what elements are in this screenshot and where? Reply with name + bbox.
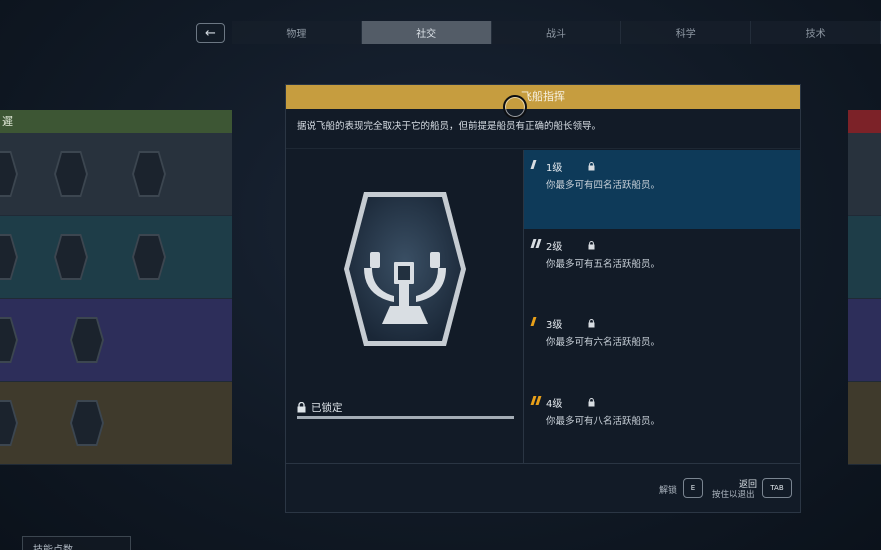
ship-command-badge-icon: [342, 190, 468, 348]
dialog-body: 已锁定 1级 你最多可有四名活跃船员。 2级 你最多可有五名活跃船员。 3级 你…: [286, 150, 800, 464]
locked-label: 已锁定: [311, 401, 343, 414]
tab-physical[interactable]: 物理: [232, 21, 362, 44]
rank-label: 1级: [546, 163, 563, 174]
skill-description: 据说飞船的表现完全取决于它的船员，但前提是船员有正确的船长领导。: [286, 109, 800, 149]
skill-column-header: [848, 110, 881, 133]
skill-tier-row: [848, 216, 881, 299]
cursor-reticle-icon: [503, 95, 527, 119]
skill-tree-right: [848, 110, 881, 465]
skill-slot[interactable]: [0, 317, 18, 363]
rank-pips-icon: [530, 238, 542, 248]
skill-tier-row: [0, 133, 232, 216]
rank-pip: [530, 317, 537, 326]
rank-label: 3级: [546, 320, 563, 331]
skill-tier-row: [848, 299, 881, 382]
rank-pips-icon: [530, 160, 537, 169]
category-tabs: 物理 社交 战斗 科学 技术: [232, 21, 881, 44]
rank-pip: [535, 238, 542, 248]
lock-status: 已锁定: [297, 396, 514, 418]
unlock-key-button[interactable]: E: [683, 478, 703, 498]
skill-slot[interactable]: [54, 151, 88, 197]
skill-tier-row: [848, 382, 881, 465]
back-key-button[interactable]: TAB: [762, 478, 792, 498]
skill-slot[interactable]: [70, 317, 104, 363]
skill-detail-dialog: 飞船指挥 据说飞船的表现完全取决于它的船员，但前提是船员有正确的船长领导。 已锁…: [285, 84, 801, 513]
dialog-title: 飞船指挥: [521, 90, 565, 103]
rank-progress-bar: [297, 416, 514, 419]
rank-label: 4级: [546, 398, 563, 410]
rank-description: 你最多可有四名活跃船员。: [546, 180, 661, 191]
skill-slot[interactable]: [132, 151, 166, 197]
rank-item-3[interactable]: 3级 你最多可有六名活跃船员。: [524, 307, 800, 386]
back-button[interactable]: ←: [196, 23, 225, 43]
tab-tech[interactable]: 技术: [751, 21, 881, 44]
tab-science[interactable]: 科学: [621, 21, 752, 44]
lock-icon: [588, 240, 595, 249]
rank-item-4[interactable]: 4级 你最多可有八名活跃船员。: [524, 386, 800, 465]
dialog-footer: 解锁 E 返回 按住以退出 TAB: [286, 465, 800, 513]
lock-icon: [588, 162, 595, 171]
skill-tier-row: [848, 133, 881, 216]
skill-art-area: 已锁定: [286, 150, 523, 464]
rank-list: 1级 你最多可有四名活跃船员。 2级 你最多可有五名活跃船员。 3级 你最多可有…: [523, 150, 800, 464]
skill-slot[interactable]: [132, 234, 166, 280]
dialog-title-bar: 飞船指挥: [286, 85, 800, 119]
skill-points-label: 技能点数: [22, 536, 131, 550]
lock-icon: [297, 401, 306, 412]
skill-tier-row: [0, 382, 232, 465]
skill-slot[interactable]: [54, 234, 88, 280]
rank-item-1[interactable]: 1级 你最多可有四名活跃船员。: [524, 150, 800, 229]
skill-slot[interactable]: [0, 151, 18, 197]
rank-pips-icon: [530, 395, 542, 405]
back-arrow-icon: ←: [205, 25, 216, 41]
rank-description: 你最多可有八名活跃船员。: [546, 415, 661, 427]
rank-label: 2级: [546, 241, 563, 253]
rank-pip: [535, 395, 542, 405]
skill-tier-row: [0, 216, 232, 299]
tab-combat[interactable]: 战斗: [492, 21, 622, 44]
skill-slot[interactable]: [0, 400, 18, 446]
skill-column-header: 遲: [0, 110, 232, 133]
skill-tier-row: [0, 299, 232, 382]
rank-description: 你最多可有六名活跃船员。: [546, 337, 661, 348]
skill-tree-left: 遲: [0, 110, 232, 465]
rank-description: 你最多可有五名活跃船员。: [546, 258, 661, 270]
skill-slot[interactable]: [70, 400, 104, 446]
unlock-label: 解锁: [659, 486, 678, 496]
lock-icon: [588, 397, 595, 406]
tab-social[interactable]: 社交: [361, 21, 492, 44]
skill-slot[interactable]: [0, 234, 18, 280]
rank-item-2[interactable]: 2级 你最多可有五名活跃船员。: [524, 229, 800, 308]
back-hint: 按住以退出: [712, 490, 755, 500]
rank-pips-icon: [530, 317, 537, 326]
lock-icon: [588, 319, 595, 328]
rank-pip: [530, 160, 537, 169]
